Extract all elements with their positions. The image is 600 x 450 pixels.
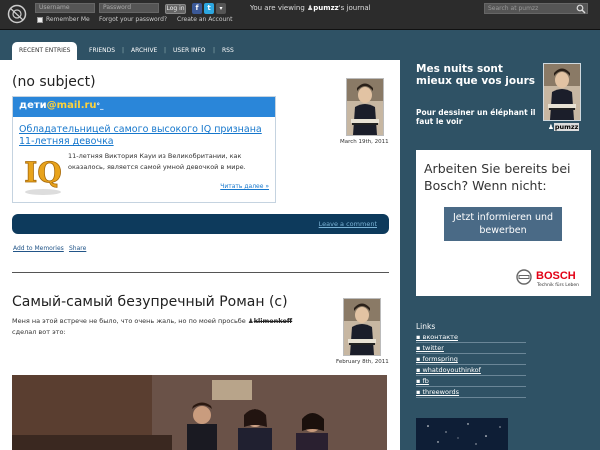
viewing-user-link[interactable]: pumzz <box>313 4 338 12</box>
create-account-link[interactable]: Create an Account <box>177 16 232 23</box>
brand-mark: °_ <box>96 102 104 110</box>
add-to-memories-link[interactable]: Add to Memories <box>13 245 64 252</box>
forgot-password-link[interactable]: Forgot your password? <box>99 16 167 23</box>
sidebar-link-label[interactable]: threewords <box>422 388 459 396</box>
login-button[interactable]: Log in <box>165 4 186 14</box>
viewing-prefix: You are viewing <box>250 4 305 12</box>
livejournal-logo-icon[interactable] <box>7 4 27 24</box>
links-heading: Links <box>416 322 436 331</box>
post-body-text: Меня на этой встрече не было, что очень … <box>12 317 246 325</box>
news-widget: дети@mail.ru°_ Обладательницей самого вы… <box>12 96 276 203</box>
remember-me-checkbox[interactable] <box>37 17 43 23</box>
bosch-tagline: Technik fürs Leben <box>537 283 579 288</box>
sidebar-link-label[interactable]: вконтакте <box>422 333 457 341</box>
tab-user-info[interactable]: USER INFO <box>173 42 206 60</box>
sidebar-link-label[interactable]: fb <box>422 377 428 385</box>
sidebar-link[interactable]: ▪ fb <box>416 376 526 387</box>
search-input[interactable]: Search at pumzz <box>484 3 588 14</box>
journal-title: Mes nuits sont mieux que vos jours <box>416 63 536 87</box>
sidebar-link-label[interactable]: whatdoyouthinkof <box>422 366 480 374</box>
avatar[interactable] <box>543 63 581 121</box>
leave-comment-link[interactable]: Leave a comment <box>319 220 377 228</box>
brand-text: дети <box>19 100 47 111</box>
widget-brand-logo[interactable]: дети@mail.ru°_ <box>19 100 104 111</box>
tab-archive[interactable]: ARCHIVE <box>131 42 157 60</box>
sidebar-link-label[interactable]: formspring <box>422 355 457 363</box>
viewing-journal-text: You are viewing ♟pumzz's journal <box>250 4 371 12</box>
sidebar-link[interactable]: ▪ threewords <box>416 387 526 398</box>
post-body-text: сделал вот это: <box>12 328 66 336</box>
comment-bar: Leave a comment <box>12 214 389 234</box>
bosch-armature-icon <box>516 269 532 285</box>
search-icon[interactable] <box>576 4 586 14</box>
chevron-down-icon[interactable]: ▾ <box>216 3 226 14</box>
bosch-wordmark: BOSCH <box>536 270 576 282</box>
iq-icon: IQ <box>24 156 62 195</box>
post-divider <box>12 272 389 273</box>
username-input[interactable]: Username <box>35 3 95 13</box>
post-title[interactable]: (no subject) <box>12 74 96 90</box>
share-link[interactable]: Share <box>69 245 86 252</box>
widget-header: дети@mail.ru°_ <box>13 97 275 117</box>
viewing-suffix: 's journal <box>338 4 371 12</box>
bosch-ad[interactable]: Arbeiten Sie bereits bei Bosch? Wenn nic… <box>416 150 591 296</box>
password-input[interactable]: Password <box>99 3 159 13</box>
ad-text: Arbeiten Sie bereits bei Bosch? Wenn nic… <box>424 161 571 193</box>
widget-headline-link[interactable]: Обладательницей самого высокого IQ призн… <box>19 124 269 148</box>
sidebar-link[interactable]: ▪ вконтакте <box>416 332 526 343</box>
sidebar-link-label[interactable]: twitter <box>422 344 443 352</box>
iq-icon-label: IQ <box>24 156 62 189</box>
widget-text: 11-летняя Виктория Кауи из Великобритани… <box>68 152 246 171</box>
journal-subtitle: Pour dessiner un éléphant il faut le voi… <box>416 108 536 126</box>
post-photo[interactable] <box>12 375 387 450</box>
post-date: February 8th, 2011 <box>336 359 389 365</box>
tab-friends[interactable]: FRIENDS <box>89 42 115 60</box>
tab-separator: | <box>164 47 167 54</box>
tab-separator: | <box>122 47 125 54</box>
read-more-link[interactable]: Читать далее » <box>220 183 269 190</box>
ad-cta-button[interactable]: Jetzt informieren und bewerben <box>444 207 562 241</box>
bosch-logo: BOSCH Technik fürs Leben <box>516 267 586 291</box>
avatar[interactable] <box>346 78 384 136</box>
sidebar-link[interactable]: ▪ whatdoyouthinkof <box>416 365 526 376</box>
sidebar-user[interactable]: ♟pumzz <box>548 123 580 131</box>
remember-me-label: Remember Me <box>46 16 90 23</box>
brand-suffix: @mail.ru <box>46 100 97 111</box>
facebook-icon[interactable]: f <box>192 3 202 14</box>
post-body: Меня на этой встрече не было, что очень … <box>12 316 332 338</box>
sidebar-username[interactable]: pumzz <box>553 123 580 131</box>
user-icon: ♟ <box>548 123 554 131</box>
avatar[interactable] <box>343 298 381 356</box>
top-bar: Username Password Log in f t ▾ Remember … <box>0 0 600 30</box>
links-list: ▪ вконтакте ▪ twitter ▪ formspring ▪ wha… <box>416 332 526 398</box>
twitter-icon[interactable]: t <box>204 3 214 14</box>
tab-separator: | <box>213 47 216 54</box>
tab-recent-entries[interactable]: RECENT ENTRIES <box>12 42 78 60</box>
sidebar-link[interactable]: ▪ formspring <box>416 354 526 365</box>
post-title[interactable]: Самый-самый безупречный Роман (с) <box>12 294 288 310</box>
tab-rss[interactable]: RSS <box>222 42 234 60</box>
second-ad-banner[interactable] <box>416 418 508 450</box>
post-date: March 19th, 2011 <box>340 139 389 145</box>
sidebar-link[interactable]: ▪ twitter <box>416 343 526 354</box>
user-link[interactable]: klimenkoff <box>254 317 292 325</box>
